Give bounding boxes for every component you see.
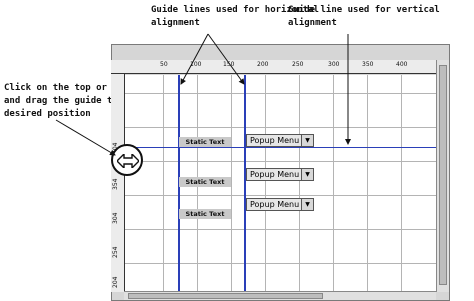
vertical-scrollbar[interactable] [436, 60, 449, 292]
left-ruler[interactable]: 404 354 304 254 204 [111, 74, 125, 292]
ruler-tick-label: 204 [112, 276, 119, 288]
grid-line [401, 75, 402, 292]
ruler-tick-label: 50 [160, 61, 168, 68]
grid-line [125, 195, 436, 196]
ruler-tick-label: 354 [112, 178, 119, 190]
vertical-guide-line[interactable] [244, 75, 246, 292]
grid-line [265, 75, 266, 292]
ruler-tick-label: 400 [396, 61, 408, 68]
static-text-control[interactable]: Static Text [179, 177, 231, 187]
ruler-tick-label: 350 [362, 61, 374, 68]
grid-line [125, 93, 436, 94]
chevron-down-icon[interactable]: ▼ [301, 169, 313, 180]
popup-menu-control[interactable]: Popup Menu ▼ [246, 168, 314, 181]
grid-line [333, 75, 334, 292]
double-arrow-icon [117, 154, 139, 168]
popup-menu-label: Popup Menu [250, 200, 300, 209]
scrollbar-thumb[interactable] [128, 293, 323, 299]
popup-menu-label: Popup Menu [250, 136, 300, 145]
ruler-tick-label: 100 [190, 61, 202, 68]
horizontal-guide-line[interactable] [125, 147, 436, 148]
scrollbar-thumb[interactable] [439, 65, 447, 285]
horizontal-scrollbar[interactable] [124, 291, 436, 300]
ruler-tick-label: 150 [223, 61, 235, 68]
ruler-tick-label: 250 [292, 61, 304, 68]
grid-line [163, 75, 164, 292]
ruler-tick-label: 254 [112, 246, 119, 258]
top-ruler[interactable]: 50 100 150 200 250 300 350 400 [124, 60, 436, 74]
static-text-control[interactable]: Static Text [179, 209, 231, 219]
ruler-tick-label: 200 [257, 61, 269, 68]
grid-line [125, 161, 436, 162]
popup-menu-label: Popup Menu [250, 170, 300, 179]
ruler-corner [111, 60, 125, 74]
grid-line [125, 263, 436, 264]
grid-line [299, 75, 300, 292]
grid-line [125, 229, 436, 230]
layout-canvas[interactable]: Static Text Static Text Static Text Popu… [125, 75, 436, 292]
grid-line [125, 127, 436, 128]
static-text-control[interactable]: Static Text [179, 137, 231, 147]
grid-line [231, 75, 232, 292]
chevron-down-icon[interactable]: ▼ [301, 199, 313, 210]
callout-vertical-guide: Guide line used for vertical alignment [288, 5, 440, 28]
drag-cursor-highlight [111, 144, 143, 176]
popup-menu-control[interactable]: Popup Menu ▼ [246, 134, 314, 147]
ruler-tick-label: 304 [112, 212, 119, 224]
ruler-tick-label: 300 [328, 61, 340, 68]
chevron-down-icon[interactable]: ▼ [301, 135, 313, 146]
popup-menu-control[interactable]: Popup Menu ▼ [246, 198, 314, 211]
grid-line [367, 75, 368, 292]
